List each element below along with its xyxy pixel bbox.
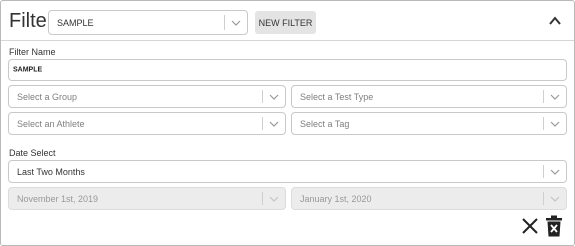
group-select[interactable]: Select a Group — [8, 85, 286, 108]
date-select-label: Date Select — [9, 148, 56, 158]
filter-name-input[interactable]: SAMPLE — [8, 59, 567, 81]
athlete-select-placeholder: Select an Athlete — [17, 118, 85, 129]
filter-header: Filter SAMPLE NEW FILTER — [1, 1, 574, 41]
chevron-up-icon[interactable] — [547, 13, 563, 29]
test-type-select[interactable]: Select a Test Type — [291, 85, 567, 108]
select-separator — [543, 192, 544, 205]
chevron-down-icon[interactable] — [549, 166, 561, 178]
filter-panel: Filter SAMPLE NEW FILTER Filter Name SAM… — [0, 0, 575, 246]
trash-icon[interactable] — [545, 215, 563, 237]
panel-title: Filter — [9, 10, 54, 32]
start-date-value: November 1st, 2019 — [17, 193, 99, 204]
new-filter-button[interactable]: NEW FILTER — [255, 11, 316, 34]
athlete-select[interactable]: Select an Athlete — [8, 112, 286, 135]
end-date-select: January 1st, 2020 — [291, 187, 567, 210]
saved-filter-value: SAMPLE — [57, 17, 94, 28]
saved-filter-select[interactable]: SAMPLE — [48, 10, 248, 35]
chevron-down-icon[interactable] — [549, 118, 561, 130]
select-separator — [262, 117, 263, 130]
chevron-down-icon[interactable] — [230, 17, 242, 29]
select-separator — [224, 15, 225, 30]
tag-select-placeholder: Select a Tag — [300, 118, 350, 129]
close-icon[interactable] — [521, 217, 539, 235]
start-date-select: November 1st, 2019 — [8, 187, 286, 210]
tag-select[interactable]: Select a Tag — [291, 112, 567, 135]
test-type-select-placeholder: Select a Test Type — [300, 91, 374, 102]
chevron-down-icon — [269, 196, 279, 202]
chevron-down-icon[interactable] — [268, 118, 280, 130]
chevron-down-icon[interactable] — [549, 91, 561, 103]
select-separator — [543, 90, 544, 103]
select-separator — [543, 165, 544, 178]
chevron-down-icon — [550, 196, 560, 202]
date-range-select[interactable]: Last Two Months — [8, 160, 567, 183]
select-separator — [262, 90, 263, 103]
select-separator — [543, 117, 544, 130]
date-range-value: Last Two Months — [17, 166, 85, 177]
filter-name-value: SAMPLE — [13, 66, 43, 74]
end-date-value: January 1st, 2020 — [300, 193, 372, 204]
chevron-down-icon[interactable] — [268, 91, 280, 103]
group-select-placeholder: Select a Group — [17, 91, 78, 102]
filter-name-label: Filter Name — [9, 47, 56, 57]
select-separator — [262, 192, 263, 205]
